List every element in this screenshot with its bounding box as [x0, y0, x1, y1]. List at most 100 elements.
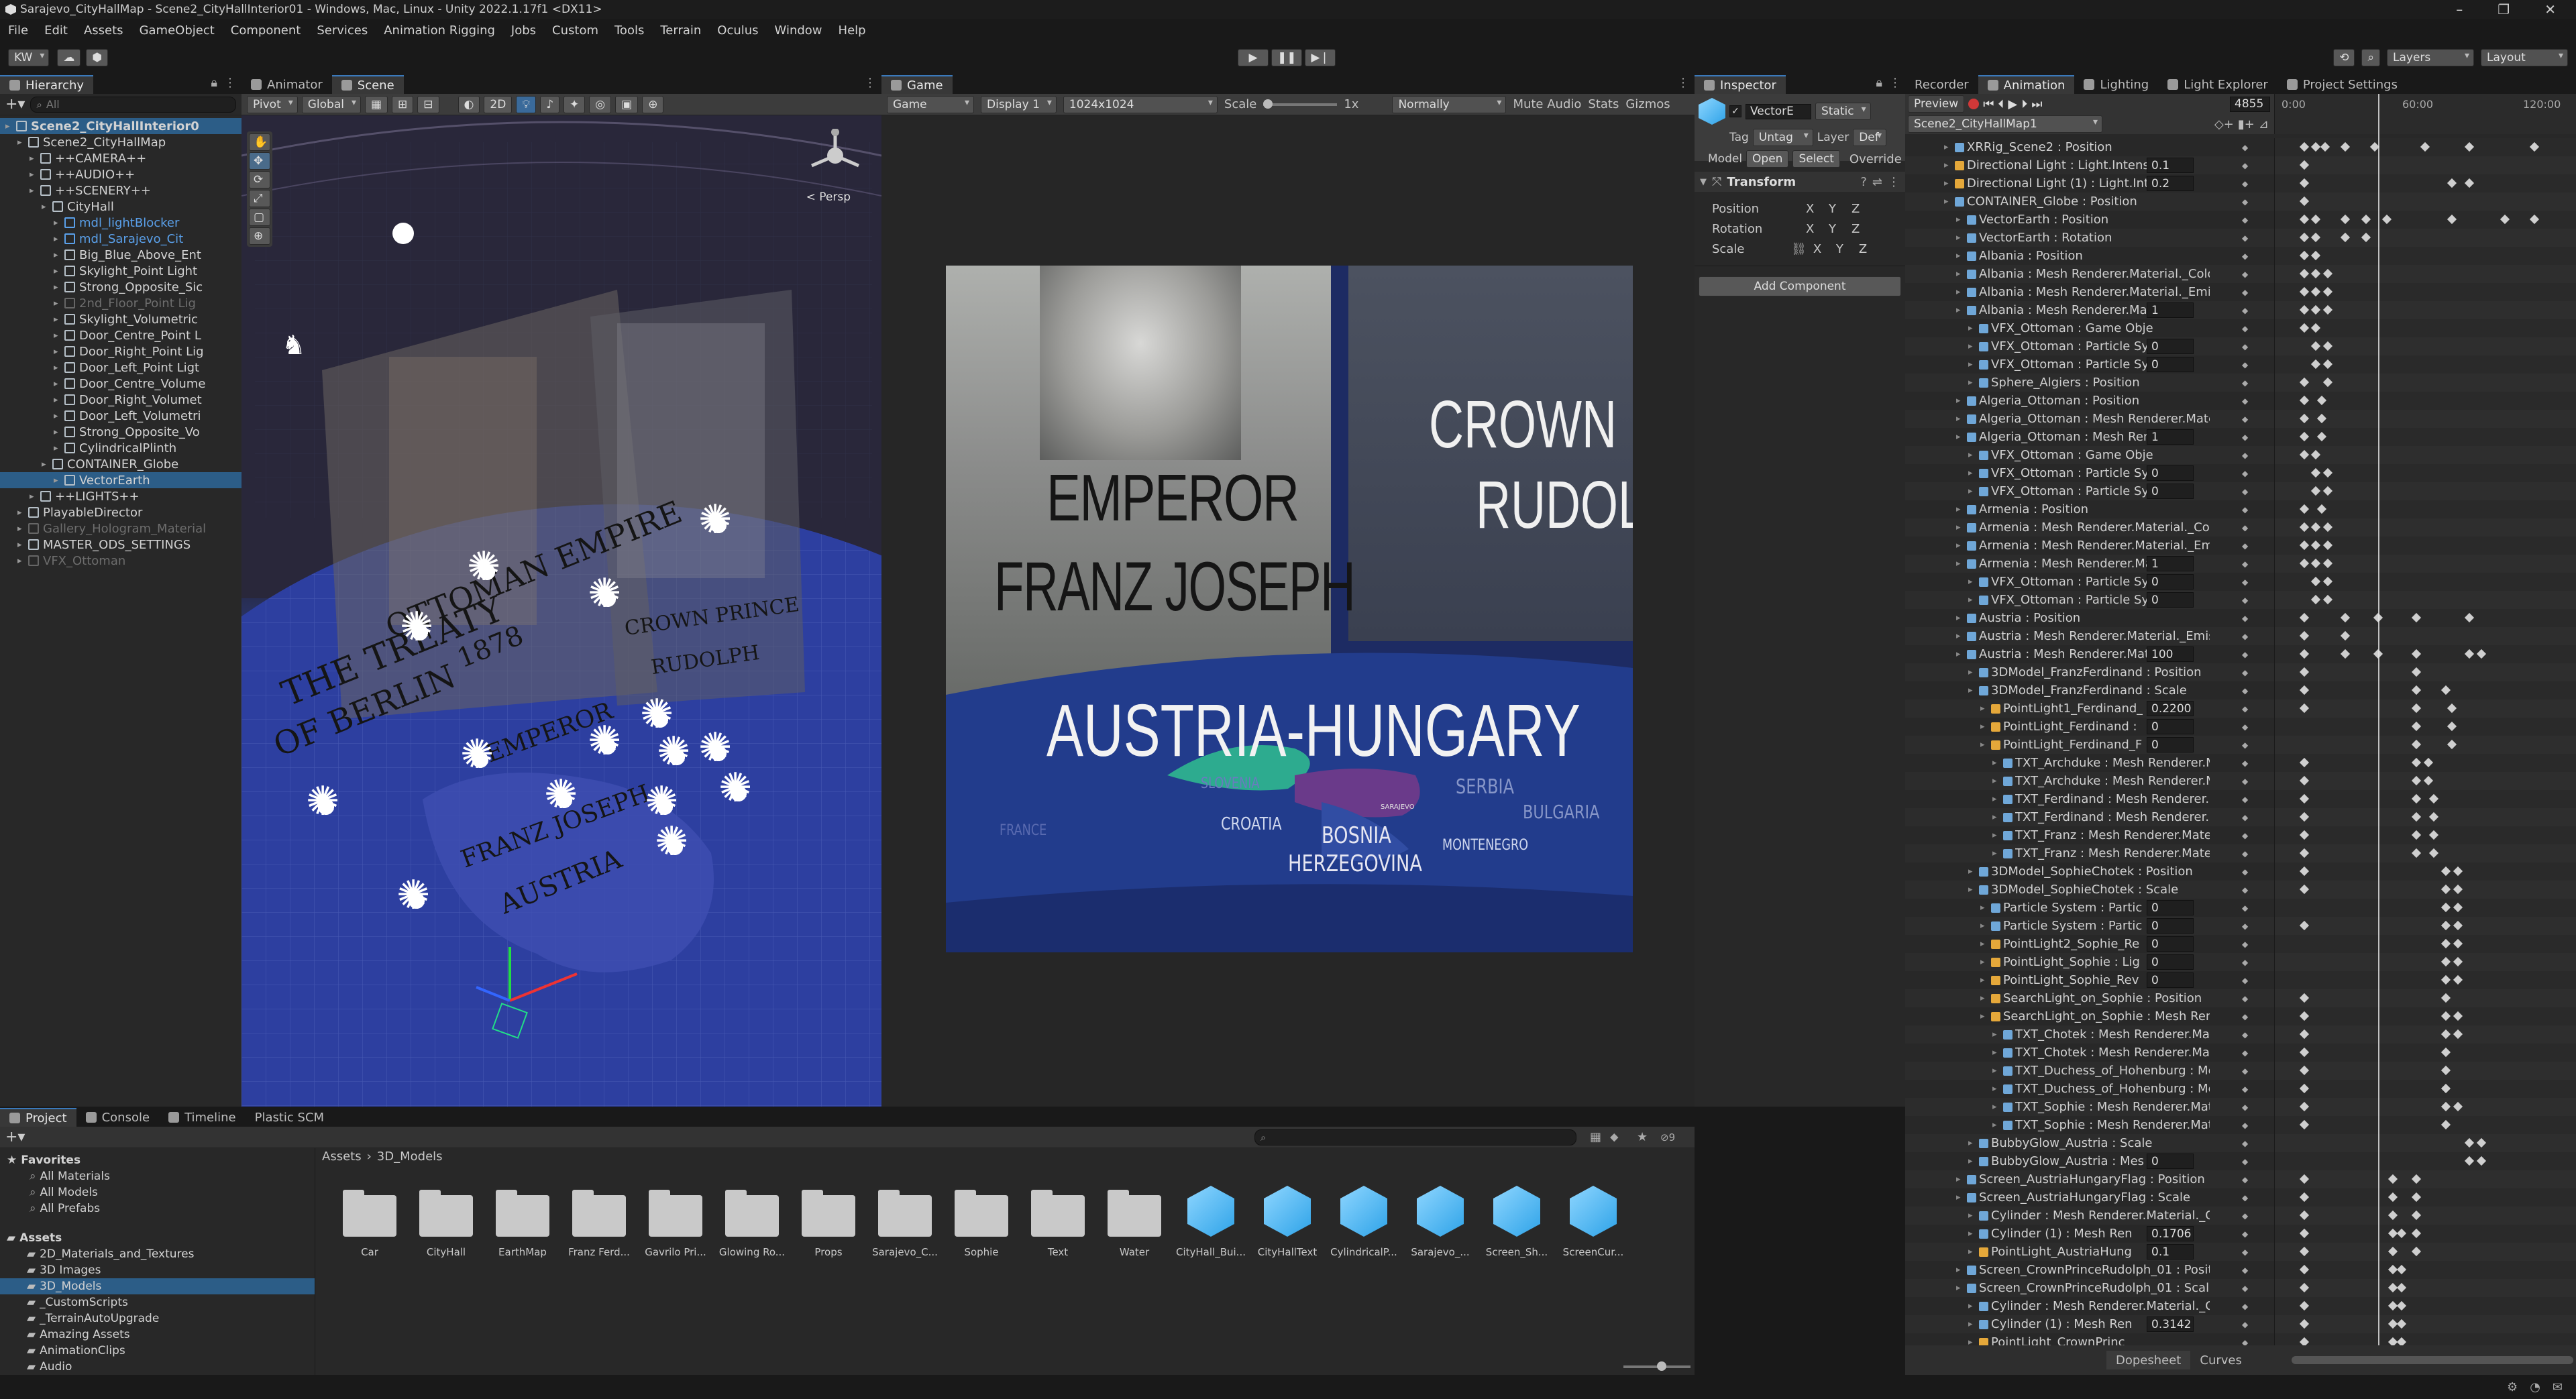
animation-property-row[interactable]: ▸ Screen_CrownPrinceRudolph_01 : Scale ◆ — [1905, 1279, 2274, 1297]
menu-item-custom[interactable]: Custom — [552, 23, 598, 38]
rect-tool-icon[interactable]: ▢ — [249, 209, 270, 226]
hierarchy-item[interactable]: ▸ Strong_Opposite_Sic — [0, 279, 241, 295]
dopesheet-area[interactable] — [2274, 138, 2576, 1345]
keyframe-toggle-icon[interactable]: ◆ — [2242, 921, 2248, 931]
keyframe[interactable] — [2465, 142, 2475, 152]
keyframe[interactable] — [2299, 757, 2309, 768]
account-dropdown[interactable]: KW — [8, 49, 50, 66]
keyframe[interactable] — [2411, 757, 2422, 768]
expand-arrow-icon[interactable]: ▸ — [1992, 1102, 2003, 1112]
animation-property-row[interactable]: ▸ 3DModel_SophieChotek : Scale ◆ — [1905, 881, 2274, 899]
light-gizmo-icon[interactable] — [655, 818, 689, 865]
expand-arrow-icon[interactable]: ▸ — [1968, 450, 1979, 460]
keyframe[interactable] — [2440, 1011, 2451, 1021]
mute-audio-button[interactable]: Mute Audio — [1513, 97, 1581, 111]
hierarchy-item[interactable]: ▸ 2nd_Floor_Point Lig — [0, 295, 241, 311]
hierarchy-item[interactable]: ▸ ++LIGHTS++ — [0, 488, 241, 504]
rotation-y-field[interactable]: Y — [1829, 222, 1845, 236]
camera-gizmo-icon[interactable] — [392, 223, 414, 244]
keyframe-toggle-icon[interactable]: ◆ — [2242, 1048, 2248, 1058]
tag-dropdown[interactable]: Untag — [1752, 129, 1813, 146]
resolution-dropdown[interactable]: 1024x1024 — [1063, 95, 1218, 113]
expand-arrow-icon[interactable]: ▸ — [1968, 323, 1979, 333]
asset-prefab[interactable]: CityHallText — [1249, 1186, 1326, 1258]
clip-dropdown[interactable]: Scene2_CityHallMap1 — [1908, 115, 2102, 133]
expand-arrow-icon[interactable]: ▸ — [1956, 1265, 1967, 1275]
keyframe-toggle-icon[interactable]: ◆ — [2242, 215, 2248, 225]
expand-arrow-icon[interactable]: ▸ — [54, 411, 64, 421]
persp-label[interactable]: < Persp — [806, 190, 851, 204]
expand-arrow-icon[interactable]: ▸ — [1956, 215, 1967, 225]
keyframe[interactable] — [2387, 1246, 2398, 1257]
add-component-button[interactable]: Add Component — [1699, 276, 1901, 296]
audio-toggle-icon[interactable]: ♪ — [540, 95, 560, 113]
expand-arrow-icon[interactable]: ▸ — [1968, 685, 1979, 695]
property-value-field[interactable]: 0.3142 — [2147, 1317, 2194, 1332]
keyframe-toggle-icon[interactable]: ◆ — [2242, 251, 2248, 261]
keyframe[interactable] — [2299, 703, 2309, 714]
active-checkbox[interactable]: ✓ — [1729, 105, 1741, 117]
expand-arrow-icon[interactable]: ▸ — [17, 524, 28, 534]
rotate-tool-icon[interactable]: ⟳ — [249, 171, 270, 188]
notification-icon[interactable]: ✉ — [2553, 1380, 2563, 1394]
light-gizmo-icon[interactable] — [400, 604, 434, 651]
mode-2d-button[interactable]: 2D — [484, 95, 513, 113]
animation-property-row[interactable]: ▸ Algeria_Ottoman : Mesh Ren 1 ◆ — [1905, 428, 2274, 446]
expand-arrow-icon[interactable]: ▸ — [1956, 613, 1967, 623]
property-value-field[interactable]: 0 — [2147, 484, 2194, 499]
tab-project[interactable]: Project — [0, 1108, 76, 1127]
animation-property-row[interactable]: ▸ TXT_Chotek : Mesh Renderer.Material. ◆ — [1905, 1025, 2274, 1044]
expand-arrow-icon[interactable]: ▸ — [1992, 758, 2003, 768]
favorite-item[interactable]: ⌕ All Prefabs — [0, 1200, 315, 1217]
keyframe[interactable] — [2299, 522, 2309, 533]
expand-arrow-icon[interactable]: ▸ — [54, 234, 64, 244]
asset-prefab[interactable]: Sarajevo_... — [1402, 1186, 1479, 1258]
project-folder-item[interactable]: ▰ _CustomScripts — [0, 1294, 315, 1310]
keyframe-toggle-icon[interactable]: ◆ — [2242, 396, 2248, 406]
expand-arrow-icon[interactable]: ▸ — [30, 170, 40, 180]
keyframe[interactable] — [2440, 1065, 2451, 1076]
animation-property-row[interactable]: ▸ Armenia : Mesh Renderer.Material._Emiss… — [1905, 537, 2274, 555]
keyframe[interactable] — [2322, 540, 2333, 551]
keyframe[interactable] — [2299, 268, 2309, 279]
keyframe-toggle-icon[interactable]: ◆ — [2242, 867, 2248, 877]
keyframe[interactable] — [2299, 540, 2309, 551]
expand-arrow-icon[interactable]: ▸ — [30, 154, 40, 164]
menu-item-gameobject[interactable]: GameObject — [140, 23, 215, 38]
favorite-item[interactable]: ⌕ All Models — [0, 1184, 315, 1200]
expand-arrow-icon[interactable]: ▸ — [54, 266, 64, 276]
keyframe[interactable] — [2299, 920, 2309, 931]
keyframe[interactable] — [2411, 1246, 2422, 1257]
collapse-icon[interactable]: ▼ — [1700, 177, 1707, 187]
hierarchy-item[interactable]: ▸ Scene2_CityHallMap — [0, 134, 241, 150]
property-value-field[interactable]: 0 — [2147, 936, 2194, 952]
expand-arrow-icon[interactable]: ▸ — [17, 508, 28, 518]
menu-item-file[interactable]: File — [8, 23, 28, 38]
keyframe[interactable] — [2453, 902, 2463, 913]
keyframe[interactable] — [2440, 1119, 2451, 1130]
expand-arrow-icon[interactable]: ▸ — [42, 202, 52, 212]
project-folder-item[interactable]: ▰ 2D_Materials_and_Textures — [0, 1246, 315, 1262]
keyframe[interactable] — [2322, 467, 2333, 478]
keyframe-toggle-icon[interactable]: ◆ — [2242, 831, 2248, 840]
more-icon[interactable]: ⋮ — [1888, 175, 1900, 189]
property-value-field[interactable]: 0.2200 — [2147, 701, 2194, 716]
light-gizmo-icon[interactable] — [396, 872, 431, 919]
tab-scene[interactable]: Scene — [331, 75, 404, 94]
asset-folder[interactable]: Sarajevo_C... — [867, 1186, 943, 1258]
hierarchy-item[interactable]: ▸ Door_Centre_Volume — [0, 376, 241, 392]
animation-property-row[interactable]: ▸ TXT_Archduke : Mesh Renderer.Materi ◆ — [1905, 754, 2274, 772]
light-gizmo-icon[interactable] — [718, 765, 753, 812]
hidden-objects-icon[interactable]: ◎ — [589, 95, 612, 113]
scale-z-field[interactable]: Z — [1859, 242, 1875, 256]
hierarchy-item[interactable]: ▸ CONTAINER_Globe — [0, 456, 241, 472]
expand-arrow-icon[interactable]: ▸ — [1968, 1247, 1979, 1257]
hand-tool-icon[interactable]: ✋ — [249, 133, 270, 151]
animation-property-row[interactable]: ▸ Particle System : Partic 0 ◆ — [1905, 899, 2274, 917]
expand-arrow-icon[interactable]: ▸ — [54, 298, 64, 309]
keyframe[interactable] — [2299, 286, 2309, 297]
animation-property-row[interactable]: ▸ Austria : Mesh Renderer.Mat 100 ◆ — [1905, 645, 2274, 663]
keyframe[interactable] — [2440, 1047, 2451, 1058]
keyframe-toggle-icon[interactable]: ◆ — [2242, 342, 2248, 351]
keyframe[interactable] — [2299, 196, 2309, 207]
